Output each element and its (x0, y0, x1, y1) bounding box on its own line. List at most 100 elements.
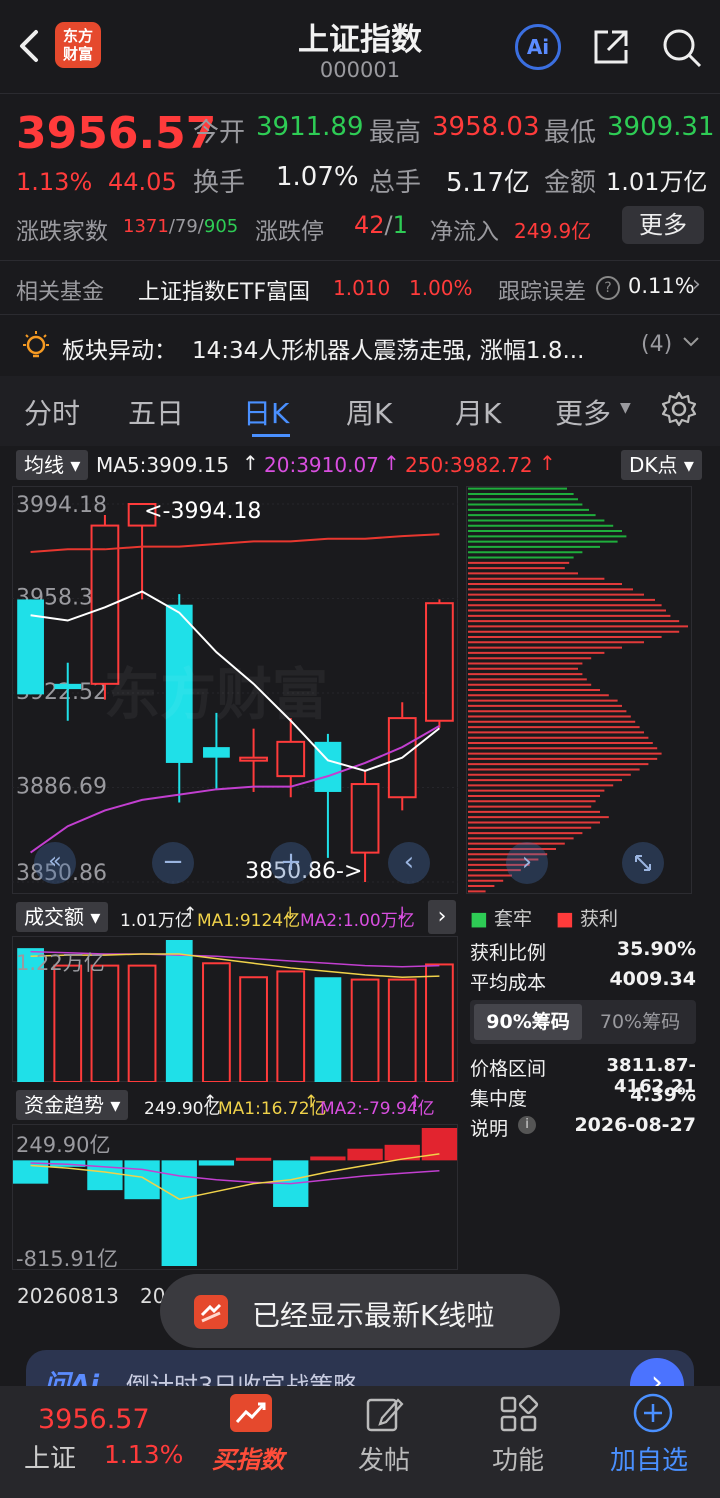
caret-down-icon: ▼ (620, 400, 631, 416)
low-label: 最低 (544, 118, 597, 148)
tab-daily-k[interactable]: 日K (243, 392, 289, 432)
flow-selector[interactable]: 资金趋势 ▾ (16, 1090, 129, 1120)
dk-point-selector[interactable]: DK点 ▾ (621, 450, 702, 480)
news-text[interactable]: 14:34人形机器人震荡走强, 涨幅1.8... (192, 331, 584, 365)
turnover-label: 换手 (193, 168, 246, 198)
volume-ma2-arrow: ↓ (395, 904, 410, 924)
ma-selector[interactable]: 均线 ▾ (16, 450, 89, 480)
volume-value: 5.17亿 (446, 168, 530, 198)
nav-index-price[interactable]: 3956.57 (38, 1404, 150, 1435)
volume-bar (425, 963, 454, 1082)
flow-bar (310, 1156, 346, 1161)
ma20-arrow: ↑ (383, 451, 400, 475)
help-icon[interactable]: ? (596, 276, 620, 300)
ai-button[interactable]: Ai (515, 24, 561, 70)
buy-index-icon[interactable] (230, 1394, 272, 1432)
chart-prev-icon[interactable]: « (34, 842, 76, 884)
flow-bar (347, 1148, 383, 1161)
chevron-right-icon[interactable]: › (692, 272, 701, 297)
note-date-value: 2026-08-27 (574, 1114, 696, 1136)
functions-icon[interactable] (498, 1394, 540, 1438)
flow-current-arrow: ↑ (203, 1092, 218, 1112)
share-icon[interactable] (590, 26, 632, 72)
volume-bar (239, 976, 268, 1082)
more-button[interactable]: 更多 (622, 206, 704, 244)
nav-post[interactable]: 发帖 (358, 1440, 410, 1477)
tab-five-day[interactable]: 五日 (128, 392, 184, 432)
volume-selector-label: 成交额 (24, 905, 84, 929)
low-value: 3909.31 (607, 112, 715, 142)
nav-functions[interactable]: 功能 (492, 1440, 544, 1477)
dk-point-label: DK点 (629, 453, 678, 477)
note-label: 说明 (470, 1118, 509, 1140)
active-tab-indicator (252, 434, 290, 437)
indicator-next-icon[interactable]: › (428, 900, 456, 934)
legend-profit: ■ 获利 (556, 908, 619, 930)
inflow-label: 净流入 (430, 219, 499, 245)
chip-next-icon[interactable]: › (506, 842, 548, 884)
volume-ma1-arrow: ↓ (283, 904, 298, 924)
avg-cost-value: 4009.34 (609, 968, 696, 990)
legend-trapped: ■ 套牢 (470, 908, 533, 930)
limit-values: 42/1 (354, 211, 408, 239)
add-watchlist-icon[interactable] (632, 1392, 674, 1438)
fund-price: 1.010 (333, 276, 391, 300)
volume-current: 1.01万亿 (120, 911, 192, 931)
chip-distribution-chart (466, 486, 692, 894)
volume-y-label: 1.22万亿 (16, 951, 105, 975)
chip-tab-70[interactable]: 70%筹码 (588, 1004, 692, 1040)
chip-tab-90[interactable]: 90%筹码 (474, 1004, 582, 1040)
fund-flow-chart: 249.90亿 -815.91亿 (12, 1124, 458, 1270)
flow-ma2-arrow: ↑ (408, 1092, 423, 1112)
zoom-in-icon[interactable]: + (270, 842, 312, 884)
y-axis-label: 3886.69 (16, 775, 107, 800)
flow-bar (198, 1160, 235, 1166)
candle-body (239, 756, 268, 762)
flow-bar (124, 1160, 160, 1200)
nav-buy-index[interactable]: 买指数 (212, 1440, 284, 1475)
breadth-up: 1371 (123, 216, 169, 237)
tab-intraday[interactable]: 分时 (24, 392, 80, 432)
promo-banner[interactable]: 问Ai 倒计时3日收官战策略 › (26, 1350, 694, 1390)
candle-body (54, 683, 82, 690)
nav-index-name: 上证 (24, 1444, 77, 1474)
zoom-out-icon[interactable]: − (152, 842, 194, 884)
tab-monthly-k[interactable]: 月K (455, 392, 501, 432)
volume-chart: 1.22万亿 (12, 936, 458, 1082)
chevron-down-icon[interactable] (680, 330, 702, 356)
candle-body (203, 747, 230, 758)
nav-add-watchlist[interactable]: 加自选 (610, 1440, 688, 1477)
volume-bar (165, 940, 193, 1082)
search-icon[interactable] (660, 26, 704, 74)
volume-selector[interactable]: 成交额 ▾ (16, 902, 109, 932)
breadth-flat: 79 (174, 216, 198, 237)
fund-pct: 1.00% (409, 276, 473, 300)
settings-gear-icon[interactable] (660, 390, 698, 432)
post-icon[interactable] (364, 1394, 406, 1438)
expand-icon[interactable] (622, 842, 664, 884)
volume-bar (202, 962, 231, 1082)
candle-body (350, 783, 380, 854)
change-percent: 1.13% (16, 168, 93, 196)
current-price: 3956.57 (16, 108, 217, 159)
turnover-value: 1.07% (276, 162, 359, 192)
chart-left-icon[interactable]: ‹ (388, 842, 430, 884)
concentration-label: 集中度 (470, 1088, 528, 1110)
flow-bar (235, 1157, 272, 1161)
nav-index-pct: 1.13% (104, 1440, 184, 1469)
news-label: 板块异动： (62, 338, 177, 364)
ma250-value: 250:3982.72 (405, 453, 533, 477)
lightbulb-icon (20, 330, 52, 366)
candle-body (276, 740, 306, 778)
fund-name[interactable]: 上证指数ETF富国 (138, 274, 310, 306)
amount-value: 1.01万亿 (606, 168, 708, 196)
max-price-marker: <-3994.18 (144, 499, 261, 524)
ma20-value: 20:3910.07 (264, 453, 379, 477)
tab-weekly-k[interactable]: 周K (346, 392, 392, 432)
info-icon[interactable]: i (518, 1116, 536, 1134)
ma5-value: MA5:3909.15 (96, 453, 230, 477)
breadth-values: 1371/79/905 (123, 216, 239, 237)
tab-more[interactable]: 更多 (555, 392, 611, 432)
news-count: (4) (641, 332, 673, 357)
open-value: 3911.89 (256, 112, 364, 142)
